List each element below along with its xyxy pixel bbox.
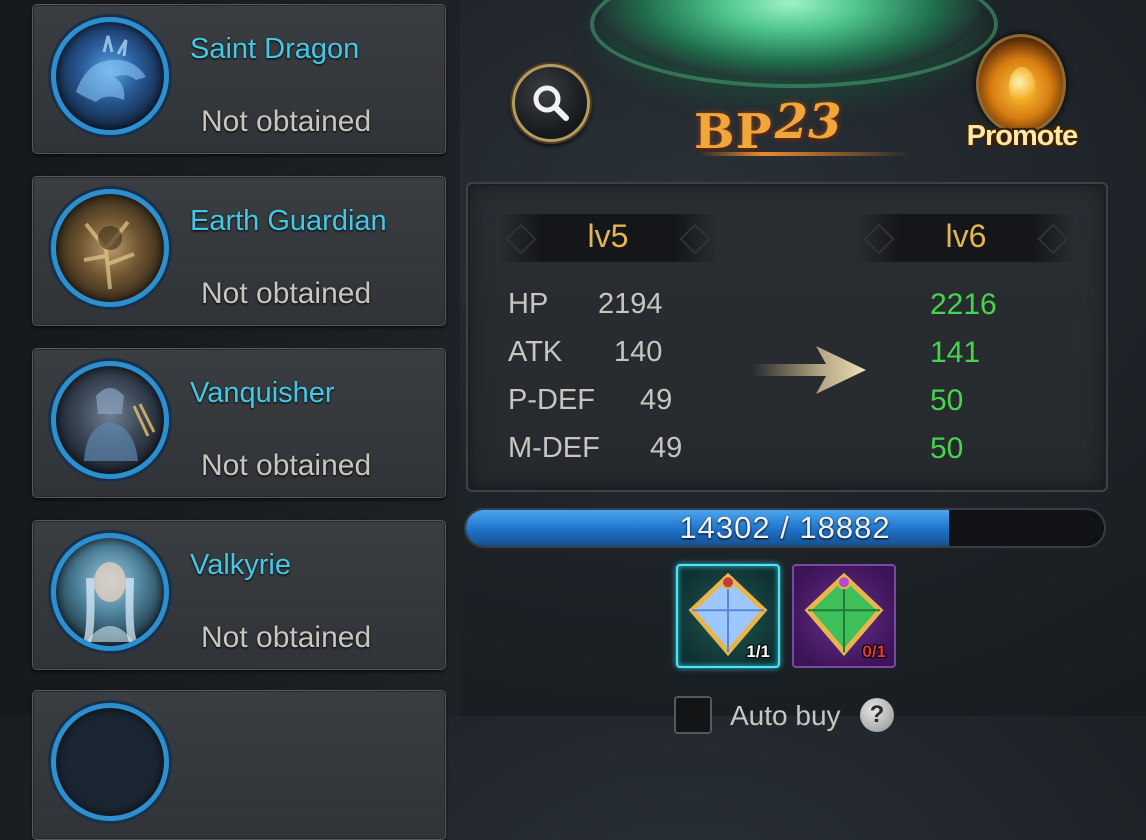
hero-card-valkyrie[interactable]: Valkyrie Not obtained bbox=[32, 520, 446, 670]
hero-status: Not obtained bbox=[201, 449, 372, 482]
hero-status: Not obtained bbox=[201, 105, 372, 138]
arrow-right-icon bbox=[752, 346, 866, 394]
stat-label-mdef: M-DEF bbox=[508, 432, 600, 464]
auto-buy-label: Auto buy bbox=[730, 700, 841, 731]
exp-progress-text: 14302 / 18882 bbox=[679, 510, 891, 545]
stat-current-pdef: 49 bbox=[640, 384, 673, 416]
valkyrie-icon bbox=[82, 562, 138, 646]
exp-progress-bar: 14302 / 18882 bbox=[464, 508, 1106, 548]
material-count: 1/1 bbox=[746, 642, 770, 661]
hero-card-saint-dragon[interactable]: Saint Dragon Not obtained bbox=[32, 4, 446, 154]
hero-name: Earth Guardian bbox=[190, 205, 387, 237]
material-slot-green[interactable]: 0/1 bbox=[792, 564, 896, 668]
hero-card-earth-guardian[interactable]: Earth Guardian Not obtained bbox=[32, 176, 446, 326]
hero-list: Saint Dragon Not obtained Earth Guardian… bbox=[0, 0, 460, 840]
pedestal-ring bbox=[590, 0, 998, 88]
hero-status: Not obtained bbox=[201, 277, 372, 310]
bp-value: 23 bbox=[774, 94, 842, 150]
stat-label-atk: ATK bbox=[508, 336, 563, 368]
hero-portrait-vanquisher bbox=[51, 361, 169, 479]
stat-label-hp: HP bbox=[508, 288, 549, 320]
promote-egg-icon bbox=[976, 34, 1066, 134]
stat-next-atk: 141 bbox=[930, 336, 981, 369]
tree-guardian-icon bbox=[83, 220, 135, 290]
stat-current-mdef: 49 bbox=[650, 432, 683, 464]
search-button[interactable] bbox=[512, 64, 590, 142]
stat-label-pdef: P-DEF bbox=[508, 384, 595, 416]
current-level: lv5 bbox=[587, 218, 629, 254]
stat-next-pdef: 50 bbox=[930, 384, 964, 417]
stat-next-mdef: 50 bbox=[930, 432, 964, 465]
armored-knight-icon bbox=[84, 388, 156, 461]
stat-next-hp: 2216 bbox=[930, 288, 997, 321]
hero-card-partial[interactable] bbox=[32, 690, 446, 840]
hero-card-vanquisher[interactable]: Vanquisher Not obtained bbox=[32, 348, 446, 498]
promote-label: Promote bbox=[966, 120, 1079, 152]
hero-portrait-earth-guardian bbox=[51, 189, 169, 307]
promote-button[interactable]: Promote bbox=[962, 32, 1082, 162]
stat-current-hp: 2194 bbox=[598, 288, 663, 320]
hero-portrait-saint-dragon bbox=[51, 17, 169, 135]
stat-current-atk: 140 bbox=[614, 336, 663, 368]
search-icon bbox=[533, 85, 569, 121]
hero-name: Saint Dragon bbox=[190, 33, 360, 65]
hero-name: Valkyrie bbox=[190, 549, 291, 581]
auto-buy-checkbox[interactable] bbox=[674, 696, 712, 734]
material-slot-blue[interactable]: 1/1 bbox=[676, 564, 780, 668]
help-icon[interactable]: ? bbox=[860, 698, 894, 732]
dragon-icon bbox=[76, 35, 146, 102]
hero-name: Vanquisher bbox=[190, 377, 335, 409]
hero-portrait bbox=[51, 703, 169, 821]
hero-portrait-valkyrie bbox=[51, 533, 169, 651]
material-count: 0/1 bbox=[862, 642, 886, 661]
next-level: lv6 bbox=[945, 218, 987, 254]
bp-underline bbox=[700, 152, 910, 156]
hero-status: Not obtained bbox=[201, 621, 372, 654]
